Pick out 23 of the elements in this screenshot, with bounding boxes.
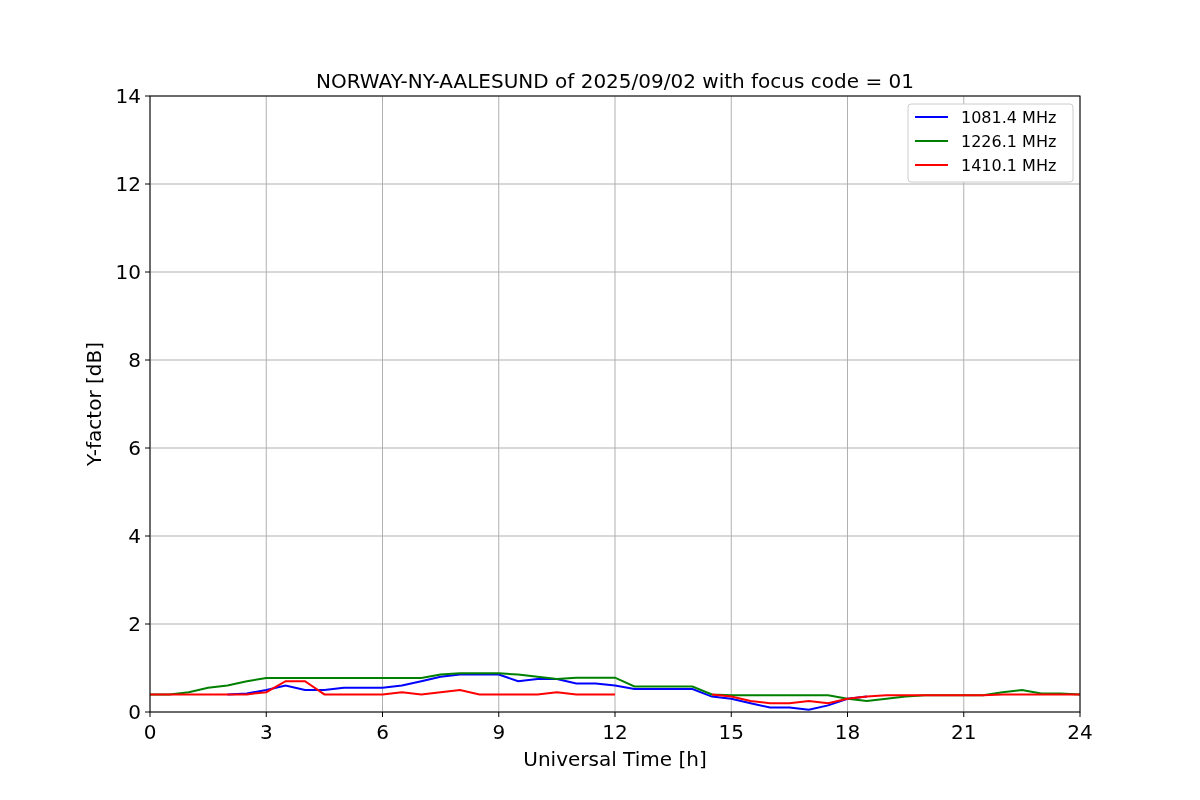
x-tick-label: 24 (1067, 720, 1093, 744)
y-tick-label: 4 (128, 524, 141, 548)
y-axis-label: Y-factor [dB] (82, 342, 106, 466)
x-axis-label: Universal Time [h] (523, 747, 707, 771)
legend-label: 1410.1 MHz (961, 156, 1057, 175)
x-tick-label: 6 (376, 720, 389, 744)
y-tick-label: 10 (115, 260, 141, 284)
y-tick-label: 14 (115, 84, 141, 108)
x-tick-label: 12 (602, 720, 628, 744)
x-tick-label: 18 (834, 720, 861, 744)
x-tick-label: 3 (259, 720, 273, 744)
y-tick-label: 6 (128, 436, 141, 460)
chart-title: NORWAY-NY-AALESUND of 2025/09/02 with focus code = 01 (316, 69, 914, 93)
y-tick-label: 0 (128, 700, 141, 724)
x-tick-label: 0 (143, 720, 157, 744)
legend-label: 1081.4 MHz (961, 108, 1057, 127)
y-tick-label: 12 (115, 172, 141, 196)
y-tick-label: 8 (128, 348, 141, 372)
y-tick-label: 2 (128, 612, 141, 636)
x-tick-label: 9 (492, 720, 506, 744)
legend-label: 1226.1 MHz (961, 132, 1057, 151)
x-tick-label: 15 (718, 720, 744, 744)
x-tick-label: 21 (951, 720, 977, 744)
